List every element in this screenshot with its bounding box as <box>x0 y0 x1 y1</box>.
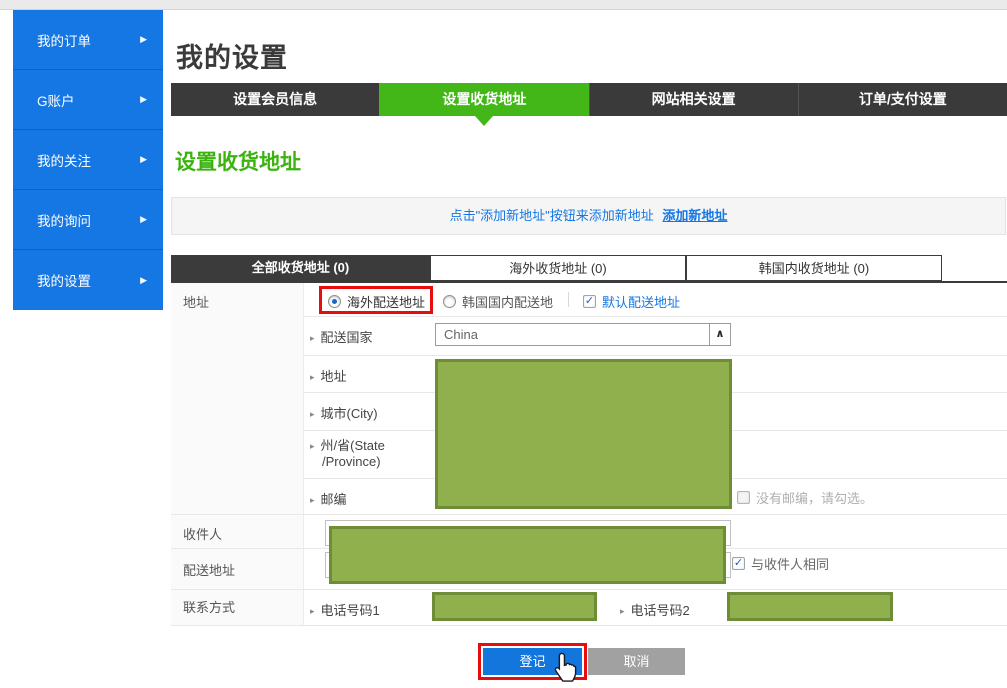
chevron-right-icon: ▶ <box>140 274 147 285</box>
add-address-notice: 点击"添加新地址"按钮来添加新地址 添加新地址 <box>171 197 1006 235</box>
country-row-label: ▸ 配送国家 <box>310 327 373 346</box>
add-new-address-link[interactable]: 添加新地址 <box>662 208 727 223</box>
overseas-radio-option[interactable]: 海外配送地址 <box>328 292 425 311</box>
sidebar-item-my-inquiries[interactable]: 我的询问 ▶ <box>13 190 163 250</box>
phone2-label: ▸ 电话号码2 <box>620 600 690 619</box>
sidebar-item-my-orders[interactable]: 我的订单 ▶ <box>13 10 163 70</box>
bullet-icon: ▸ <box>310 495 315 505</box>
country-select-value: China <box>444 327 478 342</box>
address-group-label: 地址 <box>183 295 210 310</box>
default-address-checkbox-checked[interactable]: ✓ <box>583 295 596 308</box>
page-title: 我的设置 <box>176 43 288 73</box>
bullet-icon: ▸ <box>310 372 315 382</box>
row-divider <box>171 514 1007 515</box>
top-strip <box>0 0 1007 10</box>
sidebar-item-label: 我的询问 <box>37 213 91 229</box>
bullet-icon: ▸ <box>310 409 315 419</box>
no-zip-label: 没有邮编，请勾选。 <box>756 491 874 506</box>
row-divider <box>171 625 1007 626</box>
address-label-cell <box>171 283 303 514</box>
tab-order-payment[interactable]: 订单/支付设置 <box>797 83 1007 116</box>
sidebar-item-g-account[interactable]: G账户 ▶ <box>13 70 163 130</box>
same-as-recipient-label: 与收件人相同 <box>751 557 830 572</box>
default-address-label: 默认配送地址 <box>602 295 681 310</box>
bullet-icon: ▸ <box>310 333 315 343</box>
row-divider <box>171 589 1007 590</box>
redaction-box-recipient-fields <box>329 526 726 584</box>
check-icon: ✓ <box>733 557 744 569</box>
row-divider <box>303 355 1007 356</box>
sidebar-item-label: 我的关注 <box>37 153 91 169</box>
country-label-text: 配送国家 <box>320 330 373 345</box>
sidebar: 我的订单 ▶ G账户 ▶ 我的关注 ▶ 我的询问 ▶ 我的设置 ▶ <box>13 10 163 310</box>
bullet-icon: ▸ <box>620 606 625 616</box>
recipient-label: 收件人 <box>183 527 223 542</box>
row-divider <box>303 316 1007 317</box>
chevron-right-icon: ▶ <box>140 34 147 44</box>
subtab-all-addresses[interactable]: 全部收货地址 (0) <box>171 255 430 281</box>
state-label-line1: 州/省(State <box>320 438 385 453</box>
phone1-input-redacted[interactable] <box>432 592 597 621</box>
radio-overseas-label: 海外配送地址 <box>347 295 426 310</box>
contact-label: 联系方式 <box>183 600 236 615</box>
default-address-option[interactable]: ✓ 默认配送地址 <box>583 292 680 311</box>
sidebar-item-my-favorites[interactable]: 我的关注 ▶ <box>13 130 163 190</box>
street-label-text: 地址 <box>320 369 347 384</box>
tab-member-info[interactable]: 设置会员信息 <box>171 83 379 116</box>
bullet-icon: ▸ <box>310 606 315 616</box>
state-row-label: ▸ 州/省(State /Province) <box>310 438 385 470</box>
radio-domestic-label: 韩国国内配送地 <box>462 295 554 310</box>
phone1-label-text: 电话号码1 <box>320 603 380 618</box>
sidebar-item-my-settings[interactable]: 我的设置 ▶ <box>13 250 163 310</box>
city-label-text: 城市(City) <box>320 406 378 421</box>
phone1-label: ▸ 电话号码1 <box>310 600 380 619</box>
state-label-line2: /Province) <box>322 454 381 469</box>
radio-overseas-selected[interactable] <box>328 295 341 308</box>
domestic-radio-option[interactable]: 韩国国内配送地 <box>443 292 553 311</box>
zip-row-label: ▸ 邮编 <box>310 489 347 508</box>
chevron-right-icon: ▶ <box>140 94 147 104</box>
notice-text: 点击"添加新地址"按钮来添加新地址 <box>449 208 654 223</box>
phone2-label-text: 电话号码2 <box>630 603 690 618</box>
sidebar-item-label: 我的订单 <box>37 33 91 49</box>
phone2-input-redacted[interactable] <box>727 592 893 621</box>
caret-up-icon[interactable]: ∧ <box>709 324 730 345</box>
subtab-korea-addresses[interactable]: 韩国内收货地址 (0) <box>686 255 942 281</box>
tab-site-settings[interactable]: 网站相关设置 <box>588 83 798 116</box>
cancel-button[interactable]: 取消 <box>588 648 685 675</box>
street-row-label: ▸ 地址 <box>310 366 347 385</box>
section-title: 设置收货地址 <box>175 151 301 174</box>
no-zip-option[interactable]: 没有邮编，请勾选。 <box>737 488 873 507</box>
zip-label-text: 邮编 <box>320 492 347 507</box>
city-row-label: ▸ 城市(City) <box>310 403 378 422</box>
redaction-box-address-fields <box>435 359 732 509</box>
my-settings-page: 我的订单 ▶ G账户 ▶ 我的关注 ▶ 我的询问 ▶ 我的设置 ▶ 我的设置 设… <box>0 0 1007 688</box>
settings-tabbar: 设置会员信息 设置收货地址 网站相关设置 订单/支付设置 <box>171 83 1007 126</box>
same-as-recipient-checkbox-checked[interactable]: ✓ <box>732 557 745 570</box>
subtab-overseas-addresses[interactable]: 海外收货地址 (0) <box>430 255 686 281</box>
separator <box>568 292 569 307</box>
check-icon: ✓ <box>584 295 595 307</box>
same-as-recipient-option[interactable]: ✓ 与收件人相同 <box>732 554 829 573</box>
hand-cursor-icon <box>552 652 578 688</box>
chevron-right-icon: ▶ <box>140 154 147 164</box>
sidebar-item-label: 我的设置 <box>37 274 91 289</box>
delivery-address-label: 配送地址 <box>183 563 236 578</box>
label-column-divider <box>303 283 304 625</box>
sidebar-item-label: G账户 <box>37 93 75 109</box>
country-select[interactable]: China ∧ <box>435 323 731 346</box>
chevron-right-icon: ▶ <box>140 214 147 224</box>
radio-domestic-unselected[interactable] <box>443 295 456 308</box>
no-zip-checkbox-unchecked[interactable] <box>737 491 750 504</box>
tab-shipping-address[interactable]: 设置收货地址 <box>379 83 589 126</box>
bullet-icon: ▸ <box>310 441 315 451</box>
